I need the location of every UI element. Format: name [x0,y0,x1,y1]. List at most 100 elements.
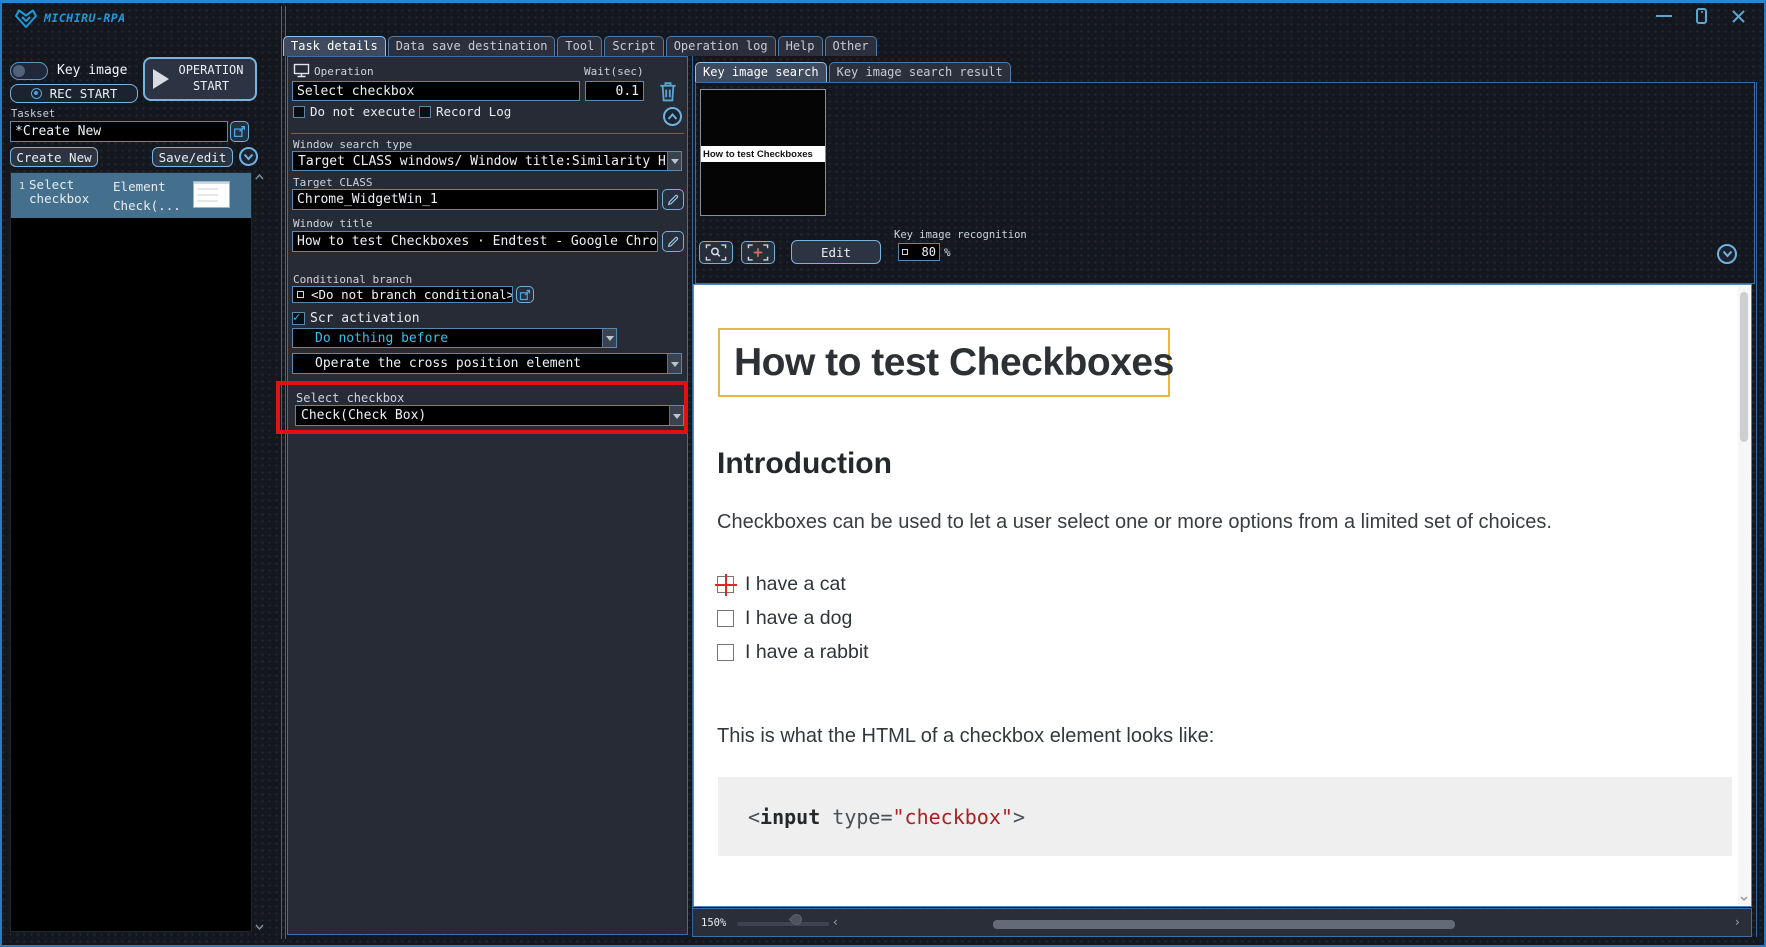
conditional-branch-open-button[interactable] [516,286,534,303]
operation-start-button[interactable]: OPERATION START [143,57,257,101]
logo-icon [14,7,38,29]
tab-help[interactable]: Help [778,36,823,56]
scr-activation-label: Scr activation [310,311,420,326]
browser-page-preview: How to test Checkboxes Introduction Chec… [693,284,1752,907]
edit-key-image-button[interactable]: Edit [791,240,881,264]
tab-key-image-search-result[interactable]: Key image search result [829,62,1011,82]
scroll-left-icon[interactable]: ‹ [833,915,838,929]
record-log-option[interactable]: Record Log [419,104,511,119]
dropdown-arrow-icon[interactable] [667,152,681,170]
check-action-select[interactable]: Check(Check Box) [295,405,684,426]
rabbit-checkbox[interactable] [717,644,734,661]
expand-key-panel-button[interactable] [1717,244,1737,264]
recognition-label: Key image recognition [894,229,1027,241]
wait-input[interactable]: 0.1 [585,81,644,101]
cat-checkbox[interactable] [717,576,734,593]
tab-task-details[interactable]: Task details [283,36,386,56]
key-image-tab-bar: Key image search Key image search result [695,61,1011,82]
element-operation-select[interactable]: Operate the cross position element [292,353,682,374]
tab-tool[interactable]: Tool [557,36,602,56]
before-action-select[interactable]: Do nothing before [292,328,617,348]
dropdown-arrow-icon[interactable] [669,406,683,425]
delete-task-button[interactable] [657,80,679,103]
horizontal-scrollbar-thumb[interactable] [993,920,1455,929]
task-list[interactable]: 1 Select checkbox Element Check(... [10,172,252,932]
taskset-open-button[interactable] [230,121,249,142]
operation-label: Operation [314,65,374,78]
maximize-button[interactable] [1696,8,1707,24]
do-not-execute-checkbox[interactable] [293,106,305,118]
page-title: How to test Checkboxes [720,341,1174,385]
window-title-edit-button[interactable] [662,231,684,252]
chevron-down-icon [1740,896,1748,901]
wait-label: Wait(sec) [584,65,644,78]
key-image-toggle[interactable] [10,62,48,80]
scr-activation-option[interactable]: Scr activation [292,311,420,326]
bullet-square-icon [297,291,304,298]
page-title-highlight: How to test Checkboxes [718,328,1170,397]
target-class-edit-button[interactable] [662,189,684,210]
task-element-label: Element [113,179,166,194]
select-checkbox-highlight: Select checkbox Check(Check Box) [276,381,688,434]
minimize-button[interactable] [1656,15,1672,17]
select-checkbox-label: Select checkbox [296,391,404,405]
capture-search-button[interactable] [699,241,733,264]
task-index: 1 [19,181,25,192]
task-name: Select checkbox [29,178,109,207]
page-checkbox-row: I have a rabbit [717,641,869,664]
recognition-input[interactable]: 80 [898,243,940,261]
trash-icon [657,80,679,103]
scroll-down-icon[interactable] [255,924,264,930]
scroll-down-button[interactable] [1738,892,1750,905]
zoom-slider-track[interactable] [737,922,829,926]
page-vertical-scrollbar[interactable] [1738,286,1750,905]
tab-operation-log[interactable]: Operation log [666,36,776,56]
do-not-execute-label: Do not execute [310,104,415,119]
chevron-down-icon [1722,250,1733,258]
dropdown-arrow-icon[interactable] [602,329,616,347]
save-edit-button[interactable]: Save/edit [152,147,233,167]
window-search-type-select[interactable]: Target CLASS windows/ Window title:Simil… [292,151,682,171]
target-class-input[interactable]: Chrome_WidgetWin_1 [292,189,658,210]
app-logo: MICHIRU-RPA [14,7,126,29]
scroll-right-icon[interactable]: › [1735,915,1740,929]
pencil-icon [666,193,680,207]
collapse-section-button[interactable] [663,107,682,126]
toggle-knob [13,65,25,77]
preview-status-bar: 150% ‹ › [692,908,1752,937]
taskset-expand-button[interactable] [239,147,258,166]
tab-script[interactable]: Script [604,36,663,56]
conditional-branch-input[interactable]: <Do not branch conditional> [292,286,513,303]
task-list-scrollbar[interactable] [254,172,264,932]
window-controls [1656,8,1746,24]
record-log-checkbox[interactable] [419,106,431,118]
scrollbar-thumb[interactable] [1740,292,1748,442]
conditional-branch-label: Conditional branch [293,273,412,286]
scr-activation-checkbox[interactable] [292,312,305,325]
code-snippet: <input type="checkbox"> [748,805,1025,829]
key-image-label: Key image [57,63,127,78]
scroll-up-icon[interactable] [255,174,264,180]
create-new-button[interactable]: Create New [10,147,98,167]
play-icon [153,69,169,89]
capture-search-icon [705,244,727,261]
capture-add-button[interactable] [741,241,775,264]
operation-input[interactable]: Select checkbox [292,81,580,101]
key-image-thumbnail[interactable]: How to test Checkboxes [700,89,826,216]
page-html-caption: This is what the HTML of a checkbox elem… [717,725,1214,748]
do-not-execute-option[interactable]: Do not execute [293,104,415,119]
dog-checkbox[interactable] [717,610,734,627]
tab-data-save-destination[interactable]: Data save destination [388,36,556,56]
open-external-icon [233,125,246,138]
task-tab-bar: Task details Data save destination Tool … [283,35,877,56]
window-title-label: Window title [293,217,372,230]
task-list-row[interactable]: 1 Select checkbox Element Check(... [11,173,251,218]
rec-start-button[interactable]: REC START [10,84,138,103]
dropdown-arrow-icon[interactable] [667,354,681,373]
taskset-input[interactable]: *Create New [10,121,228,142]
tab-other[interactable]: Other [825,36,877,56]
close-button[interactable] [1731,9,1746,24]
window-title-input[interactable]: How to test Checkboxes · Endtest - Googl… [292,231,658,252]
rec-radio-icon [31,88,42,99]
tab-key-image-search[interactable]: Key image search [695,62,827,82]
